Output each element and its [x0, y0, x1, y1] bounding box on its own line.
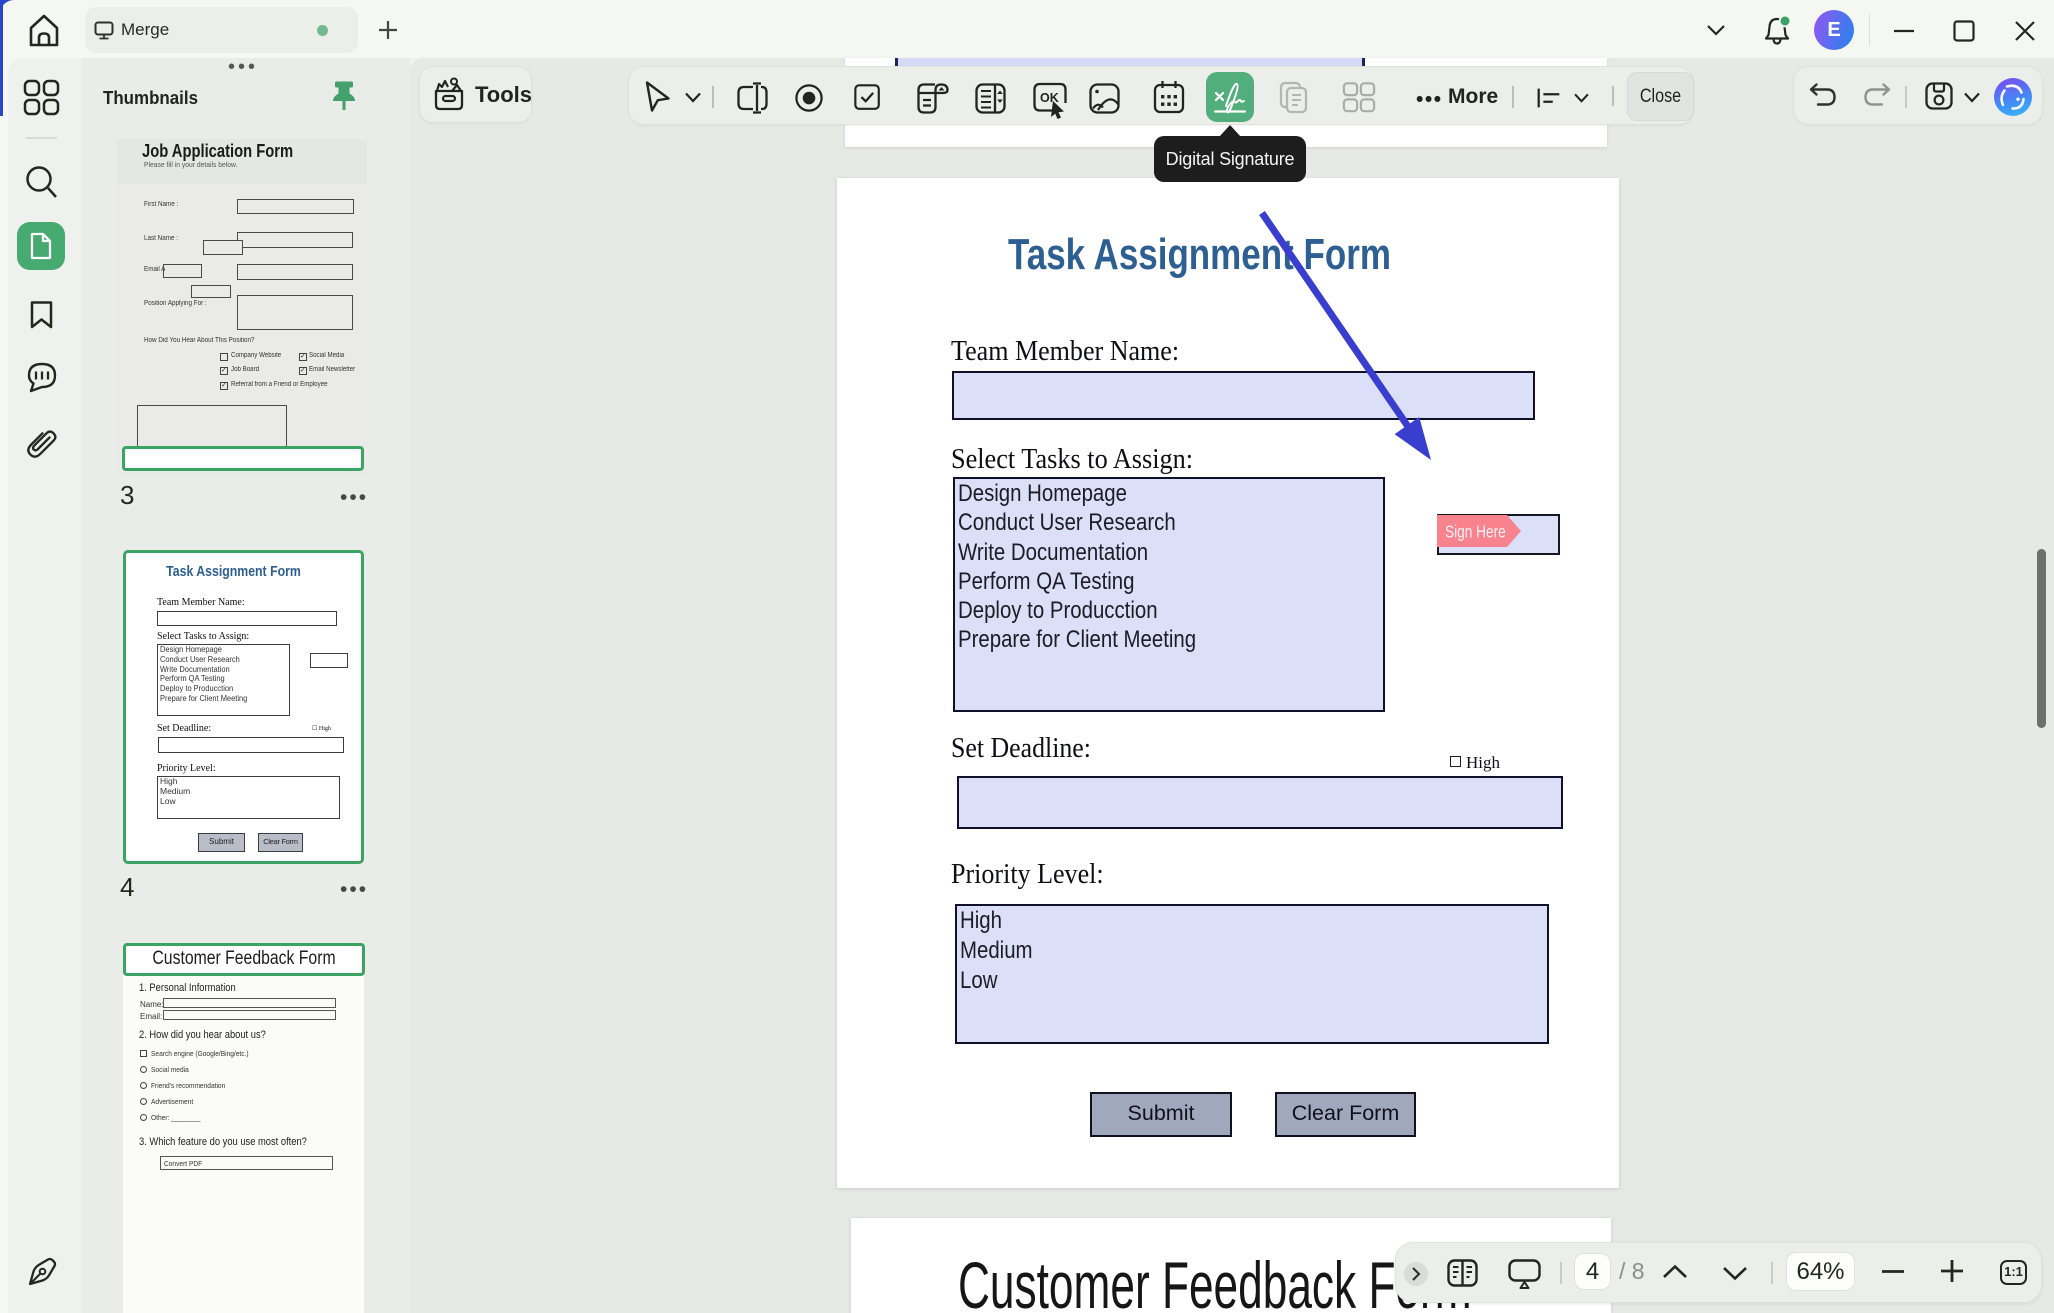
- svg-text:Sign Here: Sign Here: [1445, 523, 1506, 542]
- svg-text:OK: OK: [1040, 91, 1059, 105]
